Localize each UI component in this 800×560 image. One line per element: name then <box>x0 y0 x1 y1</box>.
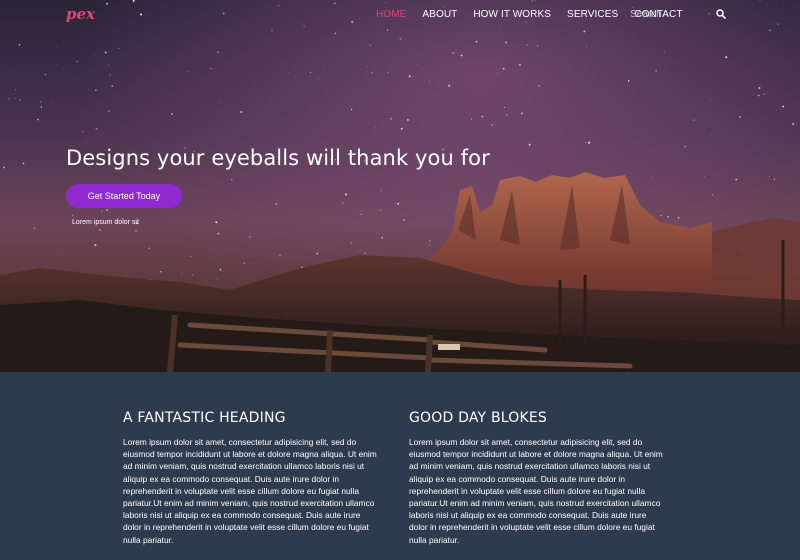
hero-section: pex HOME ABOUT HOW IT WORKS SERVICES CON… <box>0 0 800 372</box>
search-icon[interactable] <box>716 9 726 19</box>
column-heading: A FANTASTIC HEADING <box>123 410 286 426</box>
content-column-left: A FANTASTIC HEADING Lorem ipsum dolor si… <box>123 410 379 546</box>
nav-link-about[interactable]: ABOUT <box>422 9 457 20</box>
search-input[interactable] <box>630 6 710 22</box>
hero-title: Designs your eyeballs will thank you for <box>66 146 490 170</box>
nav-link-services[interactable]: SERVICES <box>567 9 618 20</box>
nav-link-how-it-works[interactable]: HOW IT WORKS <box>473 9 551 20</box>
brand-logo[interactable]: pex <box>66 5 95 23</box>
nav-link-home[interactable]: HOME <box>376 9 406 20</box>
content-column-right: GOOD DAY BLOKES Lorem ipsum dolor sit am… <box>409 410 665 546</box>
get-started-button[interactable]: Get Started Today <box>66 184 182 208</box>
column-body: Lorem ipsum dolor sit amet, consectetur … <box>123 437 377 545</box>
column-heading: GOOD DAY BLOKES <box>409 410 547 426</box>
content-section: A FANTASTIC HEADING Lorem ipsum dolor si… <box>0 372 800 560</box>
top-navigation: pex HOME ABOUT HOW IT WORKS SERVICES CON… <box>0 0 800 30</box>
column-body: Lorem ipsum dolor sit amet, consectetur … <box>409 437 663 545</box>
hero-subtext: Lorem ipsum dolor sit <box>72 219 139 226</box>
